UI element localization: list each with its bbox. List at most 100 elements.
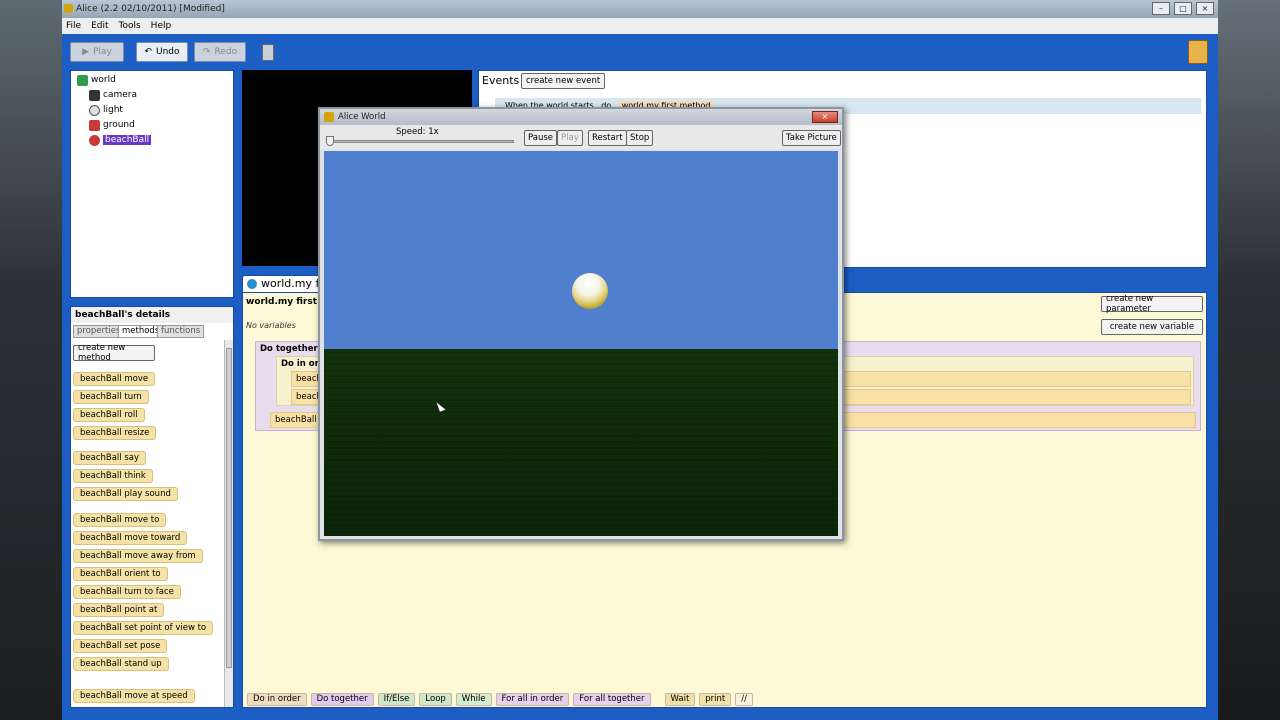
- tree-item-label: light: [103, 105, 123, 115]
- tree-item-label: world: [91, 75, 116, 85]
- methods-scrollbar[interactable]: [224, 340, 233, 707]
- scrollbar-thumb[interactable]: [226, 348, 232, 668]
- ctrl-do-together[interactable]: Do together: [310, 692, 374, 706]
- methods-list: create new method beachBall move beachBa…: [71, 340, 225, 707]
- speed-slider[interactable]: [326, 140, 514, 143]
- method-move-toward[interactable]: beachBall move toward: [73, 531, 188, 545]
- details-panel: beachBall's details properties methods f…: [70, 306, 234, 708]
- tree-item-world[interactable]: world: [77, 73, 116, 87]
- ctrl-comment[interactable]: //: [735, 692, 753, 706]
- close-button[interactable]: ×: [1196, 2, 1214, 15]
- minimize-button[interactable]: –: [1152, 2, 1170, 15]
- method-stand-up[interactable]: beachBall stand up: [73, 657, 169, 671]
- tree-item-camera[interactable]: camera: [89, 88, 137, 102]
- tree-item-label: ground: [103, 120, 135, 130]
- redo-label: Redo: [214, 47, 238, 57]
- method-roll[interactable]: beachBall roll: [73, 408, 145, 422]
- play-icon: ▶: [82, 47, 90, 57]
- ctrl-wait[interactable]: Wait: [664, 692, 696, 706]
- method-signature: world.my first m: [246, 297, 330, 307]
- desktop-left: [0, 0, 62, 720]
- method-think[interactable]: beachBall think: [73, 469, 153, 483]
- world-close-button[interactable]: ×: [812, 111, 838, 123]
- pause-button[interactable]: Pause: [524, 130, 557, 146]
- sky: [324, 151, 838, 349]
- tree-item-beachball[interactable]: beachBall: [89, 133, 152, 147]
- ctrl-if-else[interactable]: If/Else: [377, 692, 416, 706]
- toolbar: ▶ Play ↶ Undo ↷ Redo: [62, 34, 1218, 68]
- ctrl-loop[interactable]: Loop: [419, 692, 452, 706]
- beach-ball-object[interactable]: [572, 273, 608, 309]
- tab-properties[interactable]: properties: [73, 325, 125, 338]
- ground-icon: [89, 119, 100, 131]
- method-point-at[interactable]: beachBall point at: [73, 603, 165, 617]
- trash-icon[interactable]: [262, 44, 274, 61]
- events-title: Events: [482, 74, 520, 87]
- play-label: Play: [93, 47, 112, 57]
- method-icon: [247, 279, 257, 289]
- method-play-sound[interactable]: beachBall play sound: [73, 487, 178, 501]
- method-turn-to-face[interactable]: beachBall turn to face: [73, 585, 181, 599]
- maximize-button[interactable]: □: [1174, 2, 1192, 15]
- alice-world-icon: [324, 112, 334, 122]
- take-picture-button[interactable]: Take Picture: [782, 130, 841, 146]
- world-icon: [77, 74, 88, 86]
- method-set-pose[interactable]: beachBall set pose: [73, 639, 168, 653]
- undo-button[interactable]: ↶ Undo: [136, 42, 188, 62]
- create-new-parameter-button[interactable]: create new parameter: [1101, 294, 1203, 314]
- desktop-right: [1218, 0, 1280, 720]
- world-play-button[interactable]: Play: [557, 130, 583, 146]
- grass-ground: [324, 349, 838, 536]
- menu-file[interactable]: File: [66, 18, 81, 34]
- method-turn[interactable]: beachBall turn: [73, 390, 149, 404]
- undo-icon: ↶: [144, 47, 153, 57]
- menu-edit[interactable]: Edit: [91, 18, 108, 34]
- tree-item-ground[interactable]: ground: [89, 118, 135, 132]
- menu-help[interactable]: Help: [151, 18, 172, 34]
- ctrl-for-all-together[interactable]: For all together: [573, 692, 651, 706]
- control-bar: Do in order Do together If/Else Loop Whi…: [243, 691, 1206, 707]
- method-resize[interactable]: beachBall resize: [73, 426, 157, 440]
- tree-item-label: beachBall: [103, 135, 152, 145]
- details-title: beachBall's details: [71, 307, 233, 323]
- ctrl-for-all-in-order[interactable]: For all in order: [495, 692, 570, 706]
- speed-label: Speed: 1x: [396, 127, 439, 137]
- play-button[interactable]: ▶ Play: [70, 42, 124, 62]
- clipboard-icon[interactable]: [1188, 40, 1208, 64]
- app-titlebar: Alice (2.2 02/10/2011) [Modified] – □ ×: [62, 0, 1218, 18]
- world-controls: Speed: 1x Pause Play Restart Stop Take P…: [320, 125, 842, 149]
- redo-icon: ↷: [202, 47, 211, 57]
- ctrl-do-in-order[interactable]: Do in order: [247, 692, 307, 706]
- tab-functions[interactable]: functions: [157, 325, 205, 338]
- method-set-point-of-view[interactable]: beachBall set point of view to: [73, 621, 214, 635]
- stop-button[interactable]: Stop: [626, 130, 654, 146]
- beachball-icon: [89, 134, 100, 146]
- do-together-label: Do together: [260, 344, 318, 354]
- restart-button[interactable]: Restart: [588, 130, 627, 146]
- 3d-scene-view[interactable]: [324, 151, 838, 536]
- method-move[interactable]: beachBall move: [73, 372, 156, 386]
- method-move-to[interactable]: beachBall move to: [73, 513, 167, 527]
- ctrl-while[interactable]: While: [455, 692, 492, 706]
- method-say[interactable]: beachBall say: [73, 451, 147, 465]
- alice-world-titlebar: Alice World ×: [320, 109, 842, 125]
- create-new-event-button[interactable]: create new event: [521, 73, 606, 89]
- create-new-variable-button[interactable]: create new variable: [1101, 319, 1203, 335]
- object-tree: world camera light ground beachBall: [70, 70, 234, 298]
- alice-world-window: Alice World × Speed: 1x Pause Play Resta…: [318, 107, 844, 541]
- tree-item-label: camera: [103, 90, 137, 100]
- redo-button[interactable]: ↷ Redo: [194, 42, 246, 62]
- no-variables-label: No variables: [246, 321, 296, 330]
- tree-item-light[interactable]: light: [89, 103, 123, 117]
- light-icon: [89, 104, 100, 116]
- method-orient-to[interactable]: beachBall orient to: [73, 567, 168, 581]
- menu-tools[interactable]: Tools: [119, 18, 141, 34]
- method-move-away-from[interactable]: beachBall move away from: [73, 549, 203, 563]
- alice-app-icon: [64, 4, 73, 13]
- speed-slider-handle[interactable]: [326, 136, 334, 146]
- camera-icon: [89, 89, 100, 101]
- ctrl-print[interactable]: print: [699, 692, 732, 706]
- create-new-method-button[interactable]: create new method: [73, 343, 155, 363]
- method-move-at-speed[interactable]: beachBall move at speed: [73, 689, 195, 703]
- undo-label: Undo: [156, 47, 180, 57]
